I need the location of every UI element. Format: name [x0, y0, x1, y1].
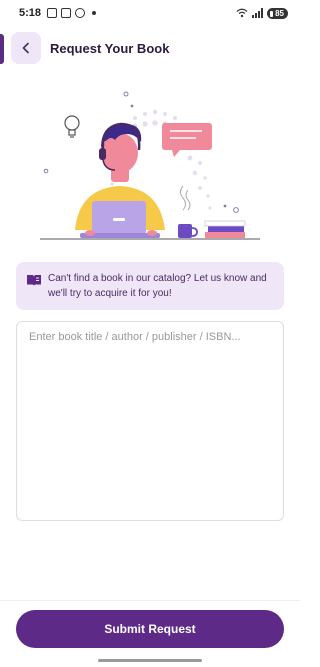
info-banner-text: Can't find a book in our catalog? Let us… [48, 273, 267, 299]
wifi-icon [236, 8, 248, 18]
status-system-icons: 85 [236, 7, 288, 19]
signal-icon [252, 8, 264, 18]
more-notifications-icon [92, 11, 97, 15]
info-banner: Can't find a book in our catalog? Let us… [16, 262, 284, 310]
status-notification-icons [47, 8, 97, 18]
footer-divider [0, 600, 300, 601]
vpn-icon [61, 8, 72, 18]
header-accent-bar [0, 34, 4, 64]
screenshot-icon [47, 8, 58, 18]
status-time: 5:18 [19, 7, 42, 19]
lightbulb-icon [64, 115, 80, 138]
submit-request-button[interactable]: Submit Request [16, 610, 284, 648]
book-request-field-container [16, 321, 284, 521]
status-bar: 5:18 85 [0, 0, 300, 26]
back-button[interactable] [11, 32, 41, 64]
app-header: Request Your Book [0, 30, 300, 68]
book-request-input[interactable] [17, 322, 283, 520]
book-open-icon [27, 275, 41, 286]
chevron-left-icon [22, 42, 29, 54]
chat-bubble-icon [162, 123, 212, 157]
whatsapp-icon [75, 8, 86, 18]
page-title: Request Your Book [50, 41, 170, 56]
battery-icon: 85 [267, 7, 288, 19]
support-agent-illustration [40, 91, 260, 240]
home-indicator[interactable] [98, 659, 202, 662]
